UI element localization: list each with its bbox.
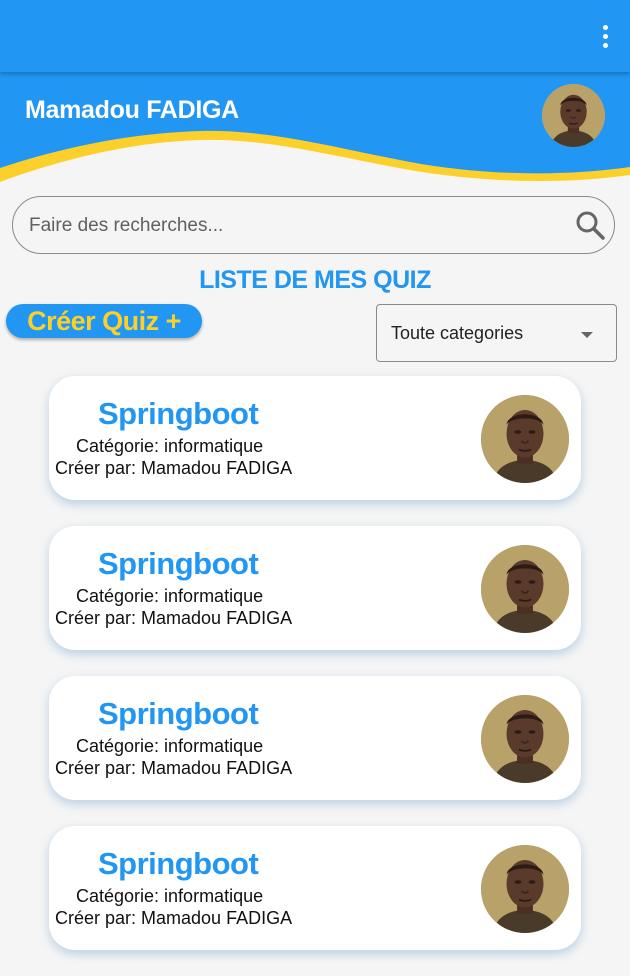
user-avatar[interactable] [542,84,605,147]
quiz-title: Springboot [98,546,259,581]
header-wave [0,72,630,182]
quiz-card[interactable]: Springboot Catégorie: informatique Créer… [49,376,581,500]
section-title: LISTE DE MES QUIZ [199,266,431,294]
author-avatar [481,695,569,783]
quiz-card[interactable]: Springboot Catégorie: informatique Créer… [49,826,581,950]
quiz-category: Catégorie: informatique [76,436,264,456]
user-name: Mamadou FADIGA [25,96,239,124]
dropdown-caret-icon [581,332,593,338]
search-icon[interactable] [574,209,606,241]
quiz-author: Créer par: Mamadou FADIGA [55,608,293,628]
category-select[interactable]: Toute categories [376,304,617,362]
quiz-list: Springboot Catégorie: informatique Créer… [49,376,581,976]
category-select-value: Toute categories [391,323,524,343]
quiz-card[interactable]: Springboot Catégorie: informatique Créer… [49,526,581,650]
quiz-author: Créer par: Mamadou FADIGA [55,758,293,778]
author-avatar [481,395,569,483]
author-avatar [481,545,569,633]
quiz-title: Springboot [98,846,259,881]
search-bar [12,196,615,255]
profile-header: Mamadou FADIGA [0,72,630,192]
author-avatar [481,845,569,933]
more-vert-icon[interactable] [592,20,618,52]
quiz-category: Catégorie: informatique [76,886,264,906]
app-bar [0,0,630,72]
quiz-author: Créer par: Mamadou FADIGA [55,458,293,478]
quiz-card[interactable]: Springboot Catégorie: informatique Créer… [49,676,581,800]
search-input[interactable] [27,197,571,255]
quiz-author: Créer par: Mamadou FADIGA [55,908,293,928]
quiz-title: Springboot [98,696,259,731]
quiz-title: Springboot [98,396,259,431]
quiz-category: Catégorie: informatique [76,586,264,606]
quiz-category: Catégorie: informatique [76,736,264,756]
create-quiz-button[interactable]: Créer Quiz + [6,304,202,338]
